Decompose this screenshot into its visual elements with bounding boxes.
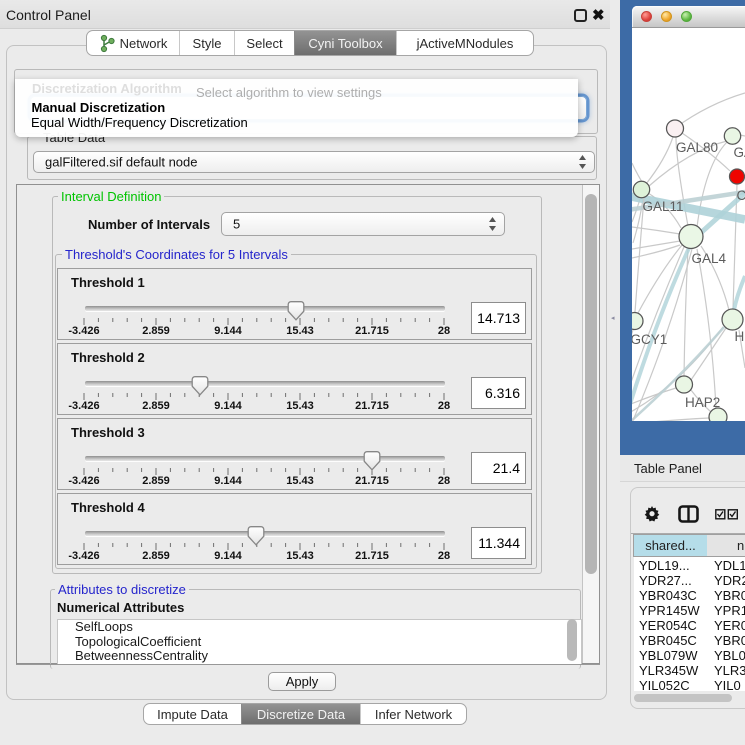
svg-text:GCY1: GCY1 — [632, 332, 667, 347]
svg-text:GA: GA — [734, 145, 745, 160]
svg-text:C: C — [737, 188, 745, 203]
svg-text:HAP2: HAP2 — [685, 395, 720, 410]
svg-text:GAL80: GAL80 — [676, 140, 718, 155]
svg-text:H: H — [735, 329, 745, 344]
svg-text:GAL11: GAL11 — [643, 199, 684, 214]
svg-text:GAL4: GAL4 — [692, 251, 727, 266]
